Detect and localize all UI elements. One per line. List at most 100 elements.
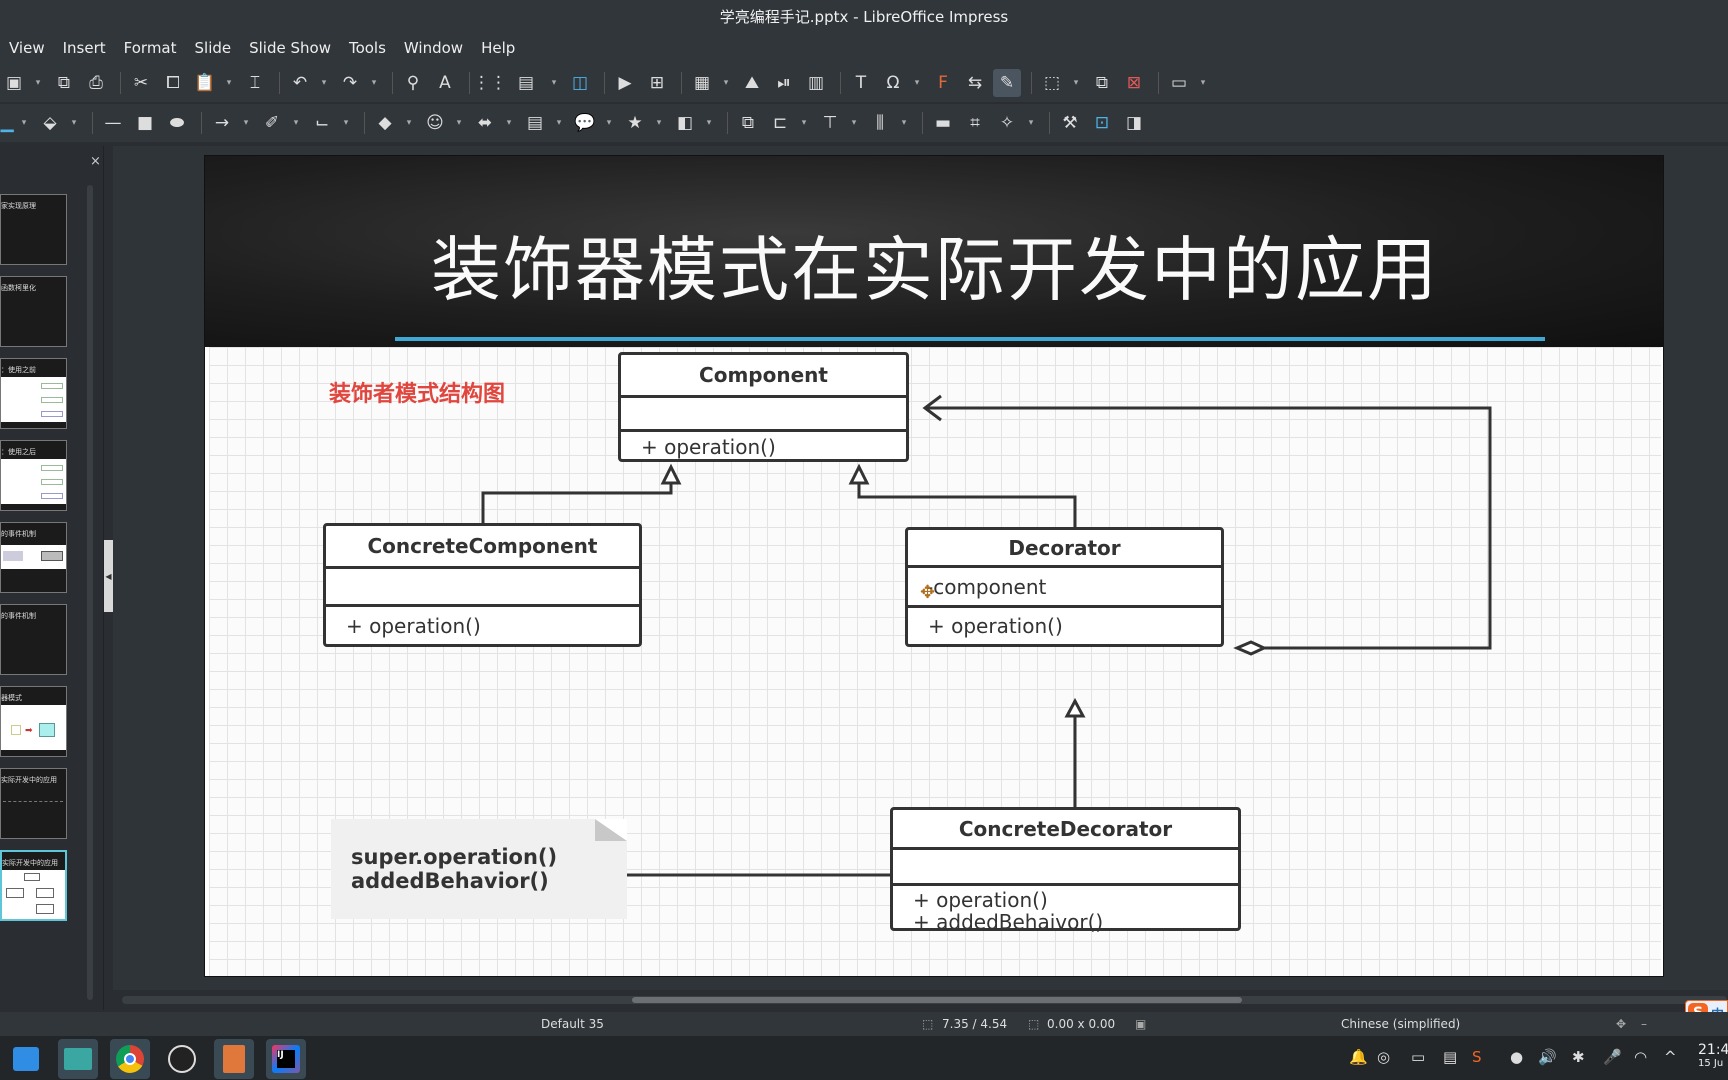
distribute-icon[interactable]: ⫼ bbox=[866, 109, 894, 137]
menu-view[interactable]: View bbox=[0, 39, 54, 57]
menu-help[interactable]: Help bbox=[472, 39, 524, 57]
menu-insert[interactable]: Insert bbox=[54, 39, 115, 57]
cut-icon[interactable]: ✂ bbox=[127, 69, 155, 97]
print-icon[interactable]: ⎙ bbox=[82, 69, 110, 97]
redo-dropdown-icon[interactable]: ▾ bbox=[368, 69, 380, 97]
arrange-icon[interactable]: ⊤ bbox=[816, 109, 844, 137]
block-arrows-icon[interactable]: ⬌ bbox=[471, 109, 499, 137]
slide-master-icon[interactable]: ▭ bbox=[1165, 69, 1193, 97]
microphone-icon[interactable]: 🎤 bbox=[1603, 1048, 1622, 1066]
arrow-icon[interactable]: → bbox=[208, 109, 236, 137]
grid-icon[interactable]: ⋮⋮ bbox=[473, 69, 507, 97]
transform-icon[interactable]: ⧉ bbox=[734, 109, 762, 137]
horizontal-scrollbar[interactable] bbox=[122, 996, 1727, 1004]
line-icon[interactable]: — bbox=[99, 109, 127, 137]
volume-icon[interactable]: 🔊 bbox=[1538, 1048, 1557, 1066]
clipboard-icon[interactable]: ▤ bbox=[1443, 1048, 1457, 1066]
store-icon[interactable] bbox=[6, 1039, 46, 1079]
redo-icon[interactable]: ↷ bbox=[336, 69, 364, 97]
points-icon[interactable]: ⚒ bbox=[1056, 109, 1084, 137]
insert-image-icon[interactable]: ⛰ bbox=[738, 69, 766, 97]
chrome-icon[interactable] bbox=[110, 1039, 150, 1079]
presenter-icon[interactable]: ⊞ bbox=[643, 69, 671, 97]
basic-shapes-dropdown-icon[interactable]: ▾ bbox=[403, 109, 415, 137]
slide-layout-icon[interactable]: ⬚ bbox=[1038, 69, 1066, 97]
bluetooth-icon[interactable]: ✱ bbox=[1572, 1048, 1585, 1066]
special-character-icon[interactable]: Ω bbox=[879, 69, 907, 97]
connector-dropdown-icon[interactable]: ▾ bbox=[340, 109, 352, 137]
callouts-dropdown-icon[interactable]: ▾ bbox=[603, 109, 615, 137]
uml-class-concrete-component[interactable]: ConcreteComponent + operation() bbox=[323, 523, 642, 647]
slide-thumbnail[interactable]: ：使用之后 bbox=[0, 440, 67, 511]
glue-points-icon[interactable]: ⊡ bbox=[1088, 109, 1116, 137]
clock[interactable]: 21:4 15 Ju bbox=[1698, 1043, 1728, 1071]
distribute-dropdown-icon[interactable]: ▾ bbox=[898, 109, 910, 137]
fit-slide-icon[interactable]: ✥ bbox=[1616, 1017, 1626, 1031]
delete-slide-icon[interactable]: ⊠ bbox=[1120, 69, 1148, 97]
slide-layout-dropdown-icon[interactable]: ▾ bbox=[1070, 69, 1082, 97]
toggle-extrusion-icon[interactable]: ◨ bbox=[1120, 109, 1148, 137]
table-icon[interactable]: ▦ bbox=[688, 69, 716, 97]
fontwork-icon[interactable]: F bbox=[929, 69, 957, 97]
flowchart-dropdown-icon[interactable]: ▾ bbox=[553, 109, 565, 137]
menu-tools[interactable]: Tools bbox=[340, 39, 395, 57]
uml-class-component[interactable]: Component + operation() bbox=[618, 352, 909, 462]
table-dropdown-icon[interactable]: ▾ bbox=[720, 69, 732, 97]
tray-expand-icon[interactable]: ^ bbox=[1664, 1048, 1677, 1066]
document-modified-icon[interactable]: ▣ bbox=[1135, 1017, 1146, 1031]
menu-window[interactable]: Window bbox=[395, 39, 472, 57]
save-icon[interactable]: ▣ bbox=[0, 69, 28, 97]
media-icon[interactable]: ⏯ bbox=[770, 69, 798, 97]
filter-icon[interactable]: ✧ bbox=[993, 109, 1021, 137]
arrow-dropdown-icon[interactable]: ▾ bbox=[240, 109, 252, 137]
special-character-dropdown-icon[interactable]: ▾ bbox=[911, 69, 923, 97]
paste-dropdown-icon[interactable]: ▾ bbox=[223, 69, 235, 97]
copy-icon[interactable]: ⧠ bbox=[159, 69, 187, 97]
notifications-icon[interactable]: 🔔 bbox=[1349, 1048, 1368, 1066]
stars-icon[interactable]: ★ bbox=[621, 109, 649, 137]
arrange-dropdown-icon[interactable]: ▾ bbox=[848, 109, 860, 137]
image-cursor-icon[interactable]: ◫ bbox=[566, 69, 594, 97]
slide-thumbnail-active[interactable]: 实际开发中的应用 bbox=[0, 850, 67, 921]
files-icon[interactable] bbox=[58, 1039, 98, 1079]
status-language[interactable]: Chinese (simplified) bbox=[1341, 1017, 1460, 1031]
block-arrows-dropdown-icon[interactable]: ▾ bbox=[503, 109, 515, 137]
slide-thumbnail[interactable]: 家实现原理 bbox=[0, 194, 67, 265]
curve-dropdown-icon[interactable]: ▾ bbox=[290, 109, 302, 137]
export-icon[interactable]: ⧉ bbox=[50, 69, 78, 97]
paste-icon[interactable]: 📋 bbox=[191, 69, 219, 97]
start-slideshow-icon[interactable]: ▶ bbox=[611, 69, 639, 97]
shadow-icon[interactable]: ▬ bbox=[929, 109, 957, 137]
status-layout[interactable]: Default 35 bbox=[541, 1017, 604, 1031]
slide-thumbnail[interactable]: 的事件机制 bbox=[0, 522, 67, 593]
callouts-icon[interactable]: 💬 bbox=[571, 109, 599, 137]
3d-objects-dropdown-icon[interactable]: ▾ bbox=[703, 109, 715, 137]
find-icon[interactable]: ⚲ bbox=[399, 69, 427, 97]
close-icon[interactable]: × bbox=[90, 154, 101, 169]
menu-slide-show[interactable]: Slide Show bbox=[240, 39, 340, 57]
3d-objects-icon[interactable]: ◧ bbox=[671, 109, 699, 137]
draw-function-icon[interactable]: ✎ bbox=[993, 69, 1021, 97]
uml-class-decorator[interactable]: Decorator -component + operation() bbox=[905, 527, 1224, 647]
spelling-icon[interactable]: A bbox=[431, 69, 459, 97]
obs-icon[interactable] bbox=[162, 1039, 202, 1079]
obs-tray-icon[interactable]: ◎ bbox=[1377, 1048, 1390, 1066]
bulb-icon[interactable]: ● bbox=[1510, 1048, 1523, 1066]
slide-canvas[interactable]: 装饰器模式在实际开发中的应用 装饰者模式结构图 Component + oper… bbox=[204, 155, 1664, 977]
clone-formatting-icon[interactable]: ⌶ bbox=[241, 69, 269, 97]
zoom-out-icon[interactable]: – bbox=[1641, 1017, 1647, 1031]
slide-master-dropdown-icon[interactable]: ▾ bbox=[1197, 69, 1209, 97]
ellipse-icon[interactable]: ⬬ bbox=[163, 109, 191, 137]
uml-class-concrete-decorator[interactable]: ConcreteDecorator + operation() + addedB… bbox=[890, 807, 1241, 933]
menu-slide[interactable]: Slide bbox=[186, 39, 241, 57]
fill-color-icon[interactable]: ⬙ bbox=[36, 109, 64, 137]
symbol-shapes-icon[interactable]: ☺ bbox=[421, 109, 449, 137]
uml-note[interactable]: super.operation() addedBehavior() bbox=[331, 819, 627, 919]
symbol-shapes-dropdown-icon[interactable]: ▾ bbox=[453, 109, 465, 137]
slide-thumbnail[interactable]: 的事件机制 bbox=[0, 604, 67, 675]
fill-color-dropdown-icon[interactable]: ▾ bbox=[68, 109, 80, 137]
slides-panel-scrollbar[interactable] bbox=[87, 185, 93, 1000]
slide-thumbnail[interactable]: 实际开发中的应用 bbox=[0, 768, 67, 839]
line-color-icon[interactable]: ▁ bbox=[0, 109, 14, 137]
chart-icon[interactable]: ▥ bbox=[802, 69, 830, 97]
